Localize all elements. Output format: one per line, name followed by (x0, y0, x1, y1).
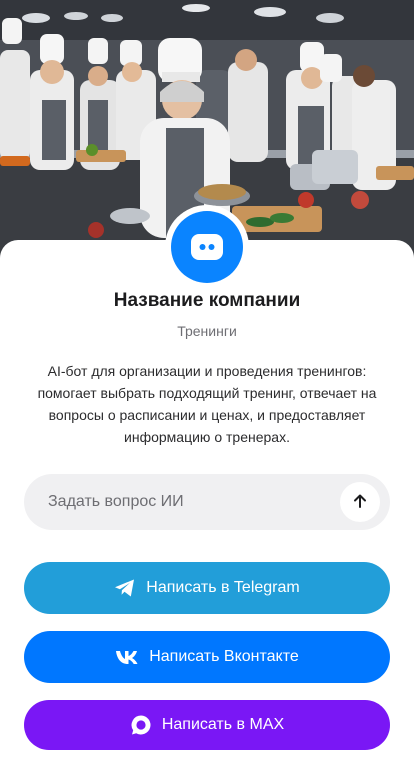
company-avatar (165, 205, 249, 289)
max-button[interactable]: Написать в MAX (24, 700, 390, 750)
ask-ai-field (24, 474, 390, 530)
max-button-label: Написать в MAX (161, 716, 285, 733)
telegram-icon (114, 578, 136, 598)
vk-button-label: Написать Вконтакте (149, 648, 299, 665)
send-button[interactable] (340, 482, 380, 522)
vk-icon (115, 649, 139, 665)
company-category: Тренинги (177, 323, 237, 339)
telegram-button-label: Написать в Telegram (146, 579, 300, 596)
chat-bot-icon (171, 211, 243, 283)
company-description: AI-бот для организации и проведения трен… (37, 363, 377, 445)
company-name: Название компании (113, 290, 301, 311)
max-icon (130, 714, 152, 736)
ask-ai-input[interactable] (24, 474, 340, 530)
arrow-up-icon (352, 493, 368, 512)
vk-button[interactable]: Написать Вконтакте (24, 631, 390, 683)
telegram-button[interactable]: Написать в Telegram (24, 562, 390, 614)
